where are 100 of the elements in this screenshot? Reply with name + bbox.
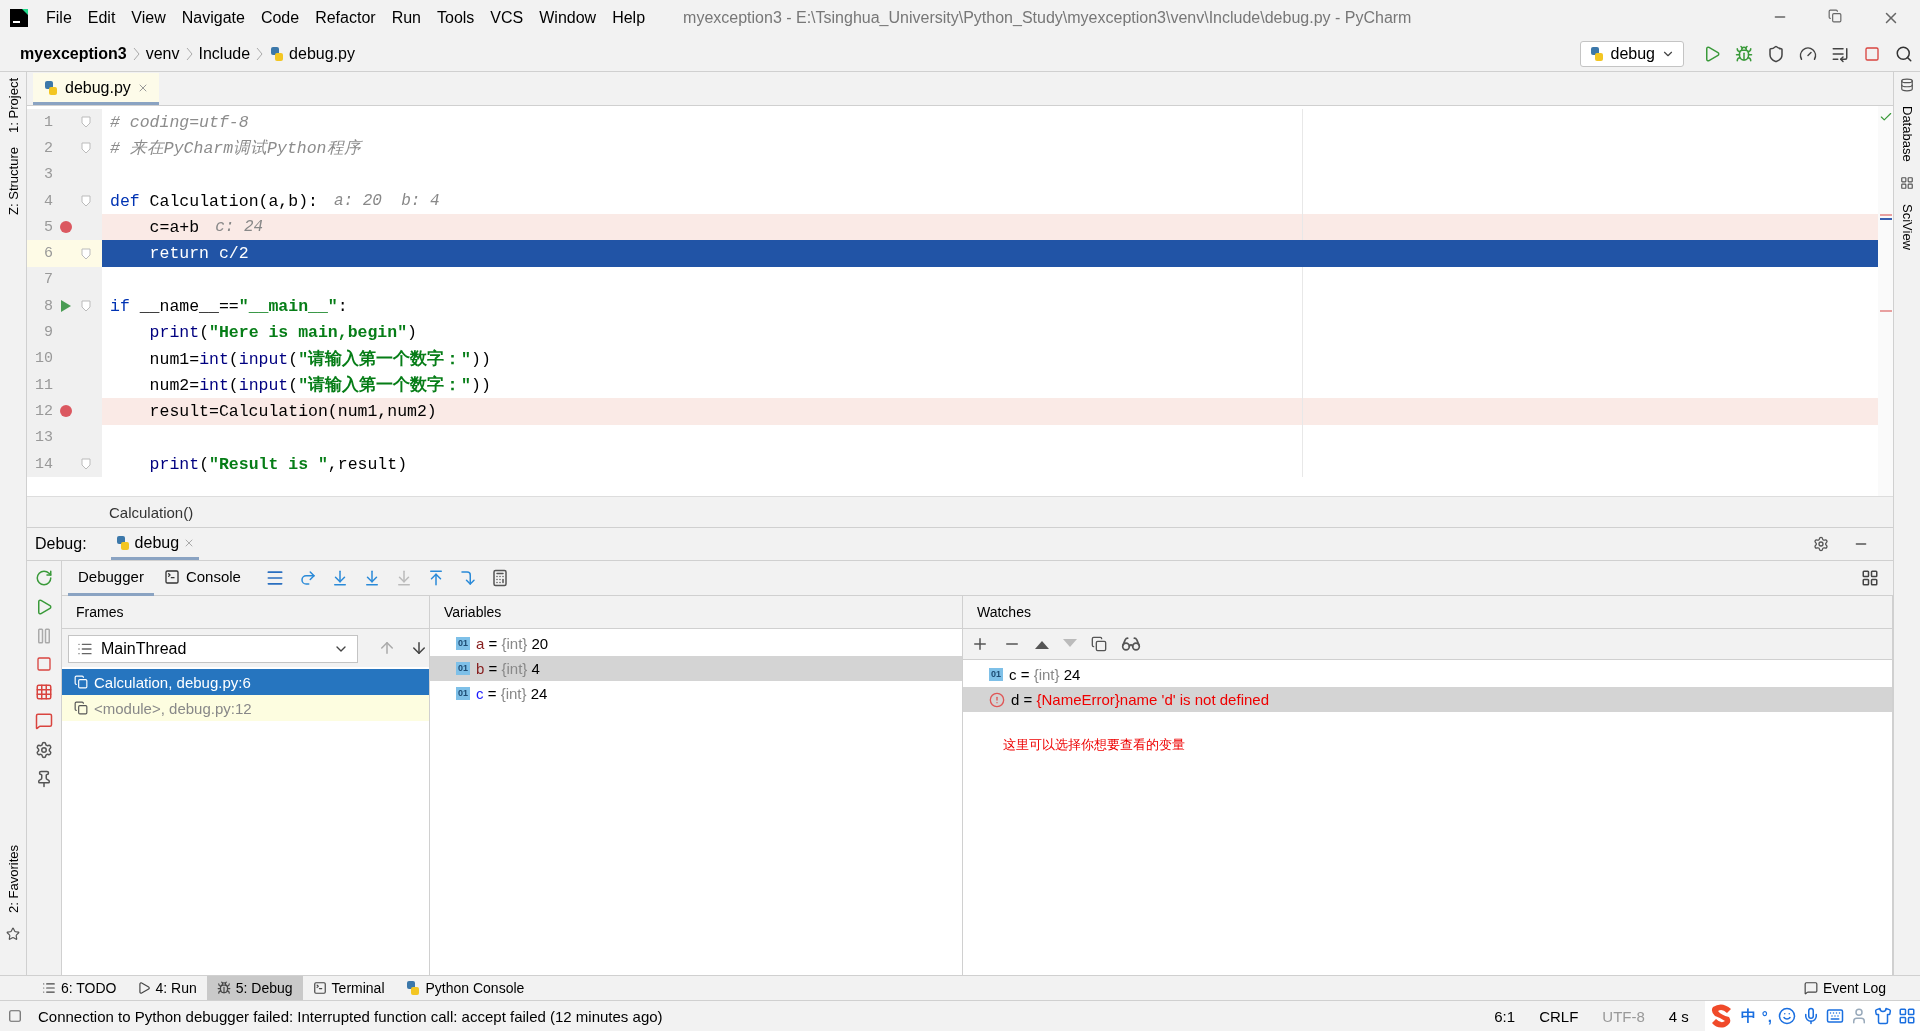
ime-punctuation[interactable]: °,	[1761, 1007, 1772, 1025]
settings-icon[interactable]	[1813, 536, 1829, 552]
stop-icon[interactable]	[36, 656, 52, 672]
line-number: 5	[43, 218, 53, 236]
thread-dropdown[interactable]: MainThread	[68, 635, 358, 663]
stop-icon[interactable]	[1864, 45, 1880, 62]
tool-window-tab[interactable]: 6: TODO	[32, 975, 127, 1001]
panel-toggle-icon[interactable]	[8, 1009, 22, 1023]
plus-icon[interactable]	[971, 635, 989, 653]
copy-icon[interactable]	[1091, 636, 1107, 652]
line-number: 6	[43, 245, 53, 263]
shield-icon[interactable]	[1767, 44, 1785, 63]
run-arrow-icon[interactable]	[61, 300, 71, 313]
window-title: myexception3 - E:\Tsinghua_University\Python_Study\myexception3\venv\Include\debug.py - PyCharm	[683, 9, 1413, 27]
line-number: 7	[43, 271, 53, 289]
debugger-tab[interactable]: Console	[153, 560, 251, 596]
run-config-dropdown[interactable]: debug	[1579, 40, 1684, 67]
editor-tab[interactable]: debug.py	[33, 73, 159, 105]
breadcrumb[interactable]: venv	[139, 44, 186, 63]
breadcrumb[interactable]: Include	[192, 44, 257, 63]
breadcrumb[interactable]: myexception3	[14, 44, 133, 63]
menu-item[interactable]: Run	[383, 9, 429, 27]
menu-item[interactable]: Refactor	[307, 9, 384, 27]
run-to-cursor-icon[interactable]	[458, 569, 477, 587]
tool-window-tab[interactable]: 4: Run	[126, 975, 207, 1001]
tool-window-tab[interactable]: 5: Debug	[206, 975, 303, 1001]
ime-mode[interactable]: 中	[1740, 1006, 1756, 1026]
watch-entry[interactable]: c = {int} 24	[1009, 666, 1081, 683]
debugger-tab[interactable]: Debugger	[68, 560, 154, 596]
keyboard-icon[interactable]	[1826, 1007, 1844, 1025]
fold-marker-icon[interactable]	[81, 116, 91, 129]
fold-marker-icon[interactable]	[81, 195, 91, 208]
app-logo-icon	[10, 9, 28, 27]
tool-window-tab[interactable]: Terminal	[302, 975, 395, 1001]
cursor-position[interactable]: 6:1	[1486, 1007, 1524, 1025]
fold-marker-icon[interactable]	[81, 247, 91, 260]
breakpoint-icon[interactable]	[59, 404, 73, 419]
menu-item[interactable]: VCS	[482, 9, 532, 27]
inline-value-hint: a: 20 b: 4	[333, 192, 440, 211]
menu-item[interactable]: Tools	[429, 9, 483, 27]
restore-icon[interactable]	[1828, 9, 1842, 23]
line-separator[interactable]: CRLF	[1531, 1007, 1587, 1025]
menu-item[interactable]: Edit	[79, 9, 124, 27]
user-icon[interactable]	[1850, 1007, 1868, 1025]
frame-item[interactable]: <module>, debug.py:12	[62, 695, 429, 721]
variable-entry[interactable]: c = {int} 24	[476, 685, 548, 702]
pin-icon[interactable]	[35, 770, 53, 788]
breakpoint-icon[interactable]	[59, 220, 73, 235]
frame-icon	[74, 701, 88, 715]
code-line: result=Calculation(num1,num2)	[148, 401, 437, 421]
smile-icon[interactable]	[1778, 1007, 1796, 1025]
menu-item[interactable]: Help	[604, 9, 654, 27]
gauge-icon[interactable]	[1799, 44, 1817, 63]
menu-item[interactable]: Navigate	[173, 9, 253, 27]
tool-window-tab[interactable]: Python Console	[394, 975, 535, 1001]
glasses-icon[interactable]	[1121, 634, 1141, 654]
chevron-separator-icon	[185, 46, 193, 61]
fold-marker-icon[interactable]	[81, 142, 91, 155]
variable-entry[interactable]: a = {int} 20	[476, 635, 549, 652]
tool-window-button[interactable]: Z: Structure	[5, 146, 21, 215]
pause-icon[interactable]	[35, 627, 53, 645]
fold-marker-icon[interactable]	[81, 458, 91, 470]
line-number: 8	[43, 297, 53, 315]
event-log-button[interactable]: Event Log	[1793, 975, 1896, 1001]
up-triangle-icon[interactable]	[1035, 639, 1049, 649]
menu-item[interactable]: Window	[531, 9, 605, 27]
debug-session-tab[interactable]: debug	[110, 528, 200, 560]
shirt-icon[interactable]	[1874, 1007, 1892, 1025]
menu-item[interactable]: Code	[252, 9, 308, 27]
tool-window-button[interactable]: 2: Favorites	[5, 845, 21, 913]
star-icon[interactable]	[6, 927, 20, 941]
settings-icon[interactable]	[35, 741, 53, 759]
tool-window-button[interactable]: SciView	[1899, 203, 1915, 250]
grid-icon[interactable]	[1900, 175, 1914, 190]
fold-marker-icon[interactable]	[81, 300, 91, 313]
watch-entry[interactable]: d = {NameError}name 'd' is not defined	[1011, 691, 1269, 708]
resume-icon[interactable]	[35, 598, 53, 616]
tool-window-button[interactable]: Database	[1899, 106, 1915, 162]
variable-entry[interactable]: b = {int} 4	[476, 660, 540, 677]
rerun-icon[interactable]	[35, 569, 53, 587]
frame-item[interactable]: Calculation, debug.py:6	[62, 669, 429, 695]
inline-value-hint: c: 24	[215, 218, 264, 237]
menu-item[interactable]: View	[123, 9, 174, 27]
microphone-icon[interactable]	[1802, 1007, 1820, 1025]
calculator-icon[interactable]	[490, 569, 509, 587]
menu-item[interactable]: File	[38, 9, 80, 27]
database-icon[interactable]	[1900, 78, 1914, 92]
line-number: 10	[34, 350, 53, 368]
breadcrumb[interactable]: debug.py	[263, 44, 361, 63]
indent-setting[interactable]: 4 s	[1660, 1007, 1697, 1025]
run-icon[interactable]	[1703, 44, 1721, 63]
tool-window-button[interactable]: 1: Project	[5, 78, 21, 133]
step-over-icon[interactable]	[298, 569, 317, 587]
python-icon	[114, 534, 131, 551]
grid-icon[interactable]	[1898, 1007, 1916, 1025]
search-icon[interactable]	[1895, 44, 1913, 63]
chevron-separator-icon	[132, 46, 140, 61]
layout-icon[interactable]	[1861, 569, 1879, 587]
bug-icon[interactable]	[1735, 44, 1753, 63]
arrow-down-icon[interactable]	[410, 639, 428, 657]
